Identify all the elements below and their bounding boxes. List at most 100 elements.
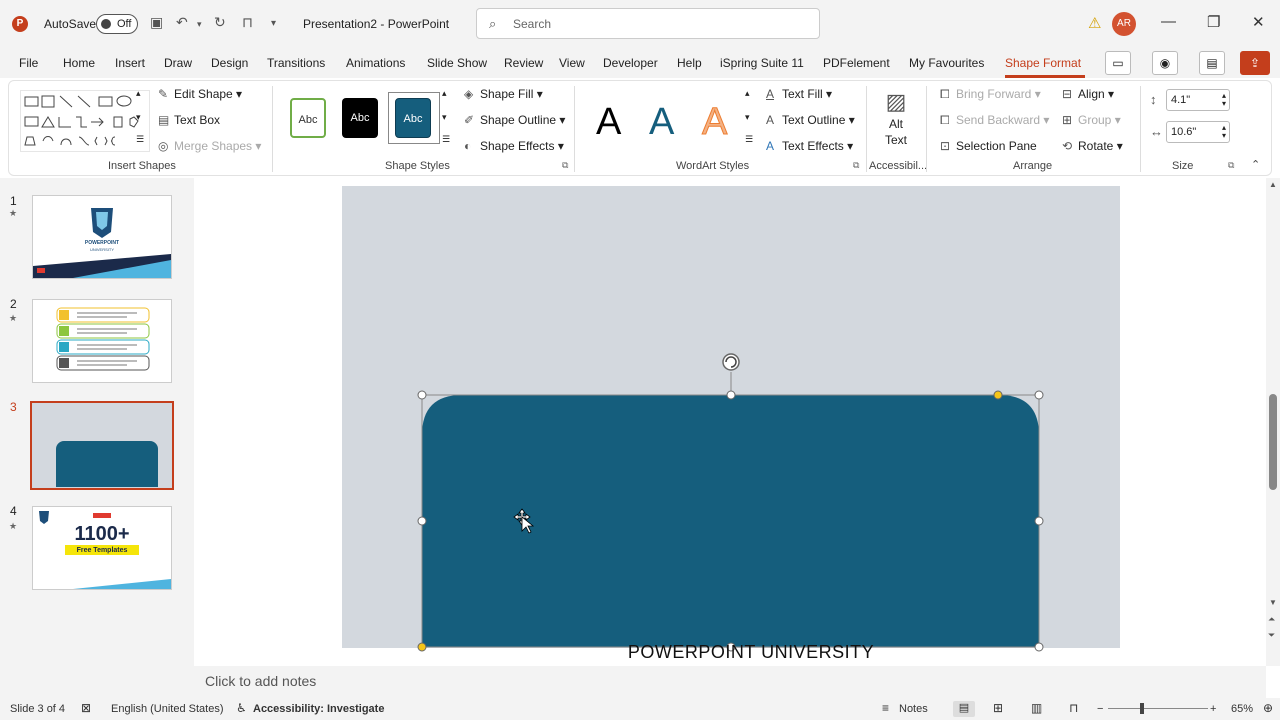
close-icon[interactable]: ✕ [1252,13,1265,31]
tab-view[interactable]: View [559,56,585,70]
shapes-scroll-down-icon[interactable]: ▾ [136,112,141,123]
tab-shape-format[interactable]: Shape Format [1005,56,1081,70]
width-spinner-icon[interactable]: ▴ ▾ [1222,124,1226,140]
align-button[interactable]: ⊟ Align ▾ [1062,87,1114,101]
accessibility-status[interactable]: Accessibility: Investigate [253,703,384,715]
text-outline-button[interactable]: A Text Outline ▾ [766,113,855,127]
undo-dropdown-icon[interactable]: ▾ [197,19,202,30]
shapes-scroll-up-icon[interactable]: ▴ [136,88,141,99]
resize-handle-left[interactable] [417,516,427,526]
edit-shape-button[interactable]: ✎ Edit Shape ▾ [158,87,242,101]
styles-scroll-up-icon[interactable]: ▴ [442,88,447,99]
text-effects-button[interactable]: A Text Effects ▾ [766,139,853,153]
tab-animations[interactable]: Animations [346,56,405,70]
rotation-handle[interactable] [722,353,740,371]
zoom-slider-thumb[interactable] [1140,703,1144,714]
tab-developer[interactable]: Developer [603,56,658,70]
comments-button[interactable]: ▭ [1105,51,1131,75]
share-button[interactable]: ⇪ [1240,51,1270,75]
send-backward-button[interactable]: ⧠ Send Backward ▾ [940,113,1049,128]
previous-slide-icon[interactable]: ⏶ [1268,614,1275,625]
tab-insert[interactable]: Insert [115,56,145,70]
text-box-button[interactable]: ▤ Text Box [158,113,220,127]
slide-thumbnail-1[interactable]: POWERPOINT UNIVERSITY [32,195,172,279]
next-slide-icon[interactable]: ⏷ [1268,630,1275,641]
merge-shapes-button[interactable]: ◎ Merge Shapes ▾ [158,139,261,153]
tab-draw[interactable]: Draw [164,56,192,70]
shape-style-teal-fill[interactable]: Abc [395,98,431,138]
save-icon[interactable]: ▣ [150,14,163,31]
height-spinner-icon[interactable]: ▴ ▾ [1222,92,1226,108]
tab-design[interactable]: Design [211,56,248,70]
group-button[interactable]: ⊞ Group ▾ [1062,113,1121,127]
dialog-launcher-icon[interactable]: ⧉ [853,160,859,171]
slide-sorter-icon[interactable]: ⊞ [993,701,1003,715]
shapes-gallery[interactable] [20,90,150,152]
teams-button[interactable]: ▤ [1199,51,1225,75]
redo-icon[interactable]: ↻ [214,14,226,31]
notes-placeholder[interactable]: Click to add notes [205,673,316,689]
fit-to-window-icon[interactable]: ⊕ [1263,701,1273,715]
zoom-in-icon[interactable]: + [1210,703,1216,715]
wordart-black[interactable]: A [596,100,621,144]
selection-pane-button[interactable]: ⊡ Selection Pane [940,139,1037,153]
scrollbar-thumb[interactable] [1269,394,1277,490]
collapse-ribbon-icon[interactable]: ⌃ [1251,158,1260,171]
minimize-icon[interactable]: — [1161,13,1176,30]
wordart-scroll-up-icon[interactable]: ▴ [745,88,750,99]
scroll-up-icon[interactable]: ▲ [1269,180,1277,189]
zoom-slider-track[interactable] [1108,708,1208,709]
accessibility-icon[interactable]: ♿ [236,701,247,715]
dialog-launcher-icon[interactable]: ⧉ [562,160,568,171]
avatar[interactable]: AR [1112,12,1136,36]
tab-home[interactable]: Home [63,56,95,70]
resize-handle-top-right[interactable] [1034,390,1044,400]
shape-width-input[interactable]: 10.6" ▴ ▾ [1166,121,1230,143]
tab-my-favourites[interactable]: My Favourites [909,56,984,70]
scroll-down-icon[interactable]: ▼ [1269,598,1277,607]
shape-effects-button[interactable]: ◐ Shape Effects ▾ [464,139,564,153]
tab-transitions[interactable]: Transitions [267,56,325,70]
undo-icon[interactable]: ↶ [176,14,188,31]
tab-help[interactable]: Help [677,56,702,70]
styles-scroll-down-icon[interactable]: ▾ [442,112,447,123]
wordart-orange[interactable]: A [701,100,727,144]
restore-icon[interactable]: ❐ [1207,13,1220,31]
search-box[interactable]: ⌕ Search [476,8,820,39]
rounded-rectangle-shape[interactable] [422,395,1039,647]
tab-ispring[interactable]: iSpring Suite 11 [720,56,804,70]
tab-pdfelement[interactable]: PDFelement [823,56,890,70]
slide-thumbnail-4[interactable]: 1100+ Free Templates [32,506,172,590]
slide-thumbnail-3[interactable] [30,401,174,490]
spelling-check-icon[interactable]: ⊠ [81,701,91,715]
styles-more-icon[interactable]: ☰ [442,134,450,145]
tab-review[interactable]: Review [504,56,543,70]
wordart-blue[interactable]: A [649,100,674,144]
tab-slide-show[interactable]: Slide Show [427,56,487,70]
normal-view-icon[interactable]: ▤ [953,701,975,717]
record-button[interactable]: ◉ [1152,51,1178,75]
slide-thumbnail-2[interactable] [32,299,172,383]
shape-height-input[interactable]: 4.1" ▴ ▾ [1166,89,1230,111]
reading-view-icon[interactable]: ▥ [1031,701,1042,715]
resize-handle-top-left[interactable] [417,390,427,400]
alt-text-button[interactable]: ▨ Alt Text [876,88,916,148]
notes-toggle-button[interactable]: Notes [899,703,928,715]
resize-handle-right[interactable] [1034,516,1044,526]
warning-icon[interactable]: ⚠ [1088,14,1101,32]
customize-qat-icon[interactable]: ▾ [271,18,276,29]
notes-icon[interactable]: ≡ [882,701,889,715]
autosave-toggle[interactable]: Off [96,14,138,34]
notes-pane[interactable] [194,666,1266,698]
shape-style-black-fill[interactable]: Abc [342,98,378,138]
wordart-more-icon[interactable]: ☰ [745,134,753,145]
rotate-button[interactable]: ⟲ Rotate ▾ [1062,139,1123,153]
language-indicator[interactable]: English (United States) [111,703,224,715]
present-icon[interactable]: ⊓ [242,14,253,31]
shape-fill-button[interactable]: ◈ Shape Fill ▾ [464,87,543,101]
adjust-handle-corner[interactable] [993,390,1003,400]
resize-handle-top[interactable] [726,390,736,400]
vertical-scrollbar[interactable]: ▲ ▼ ⏶ ⏷ [1266,178,1280,666]
wordart-scroll-down-icon[interactable]: ▾ [745,112,750,123]
bring-forward-button[interactable]: ⧠ Bring Forward ▾ [940,87,1041,102]
